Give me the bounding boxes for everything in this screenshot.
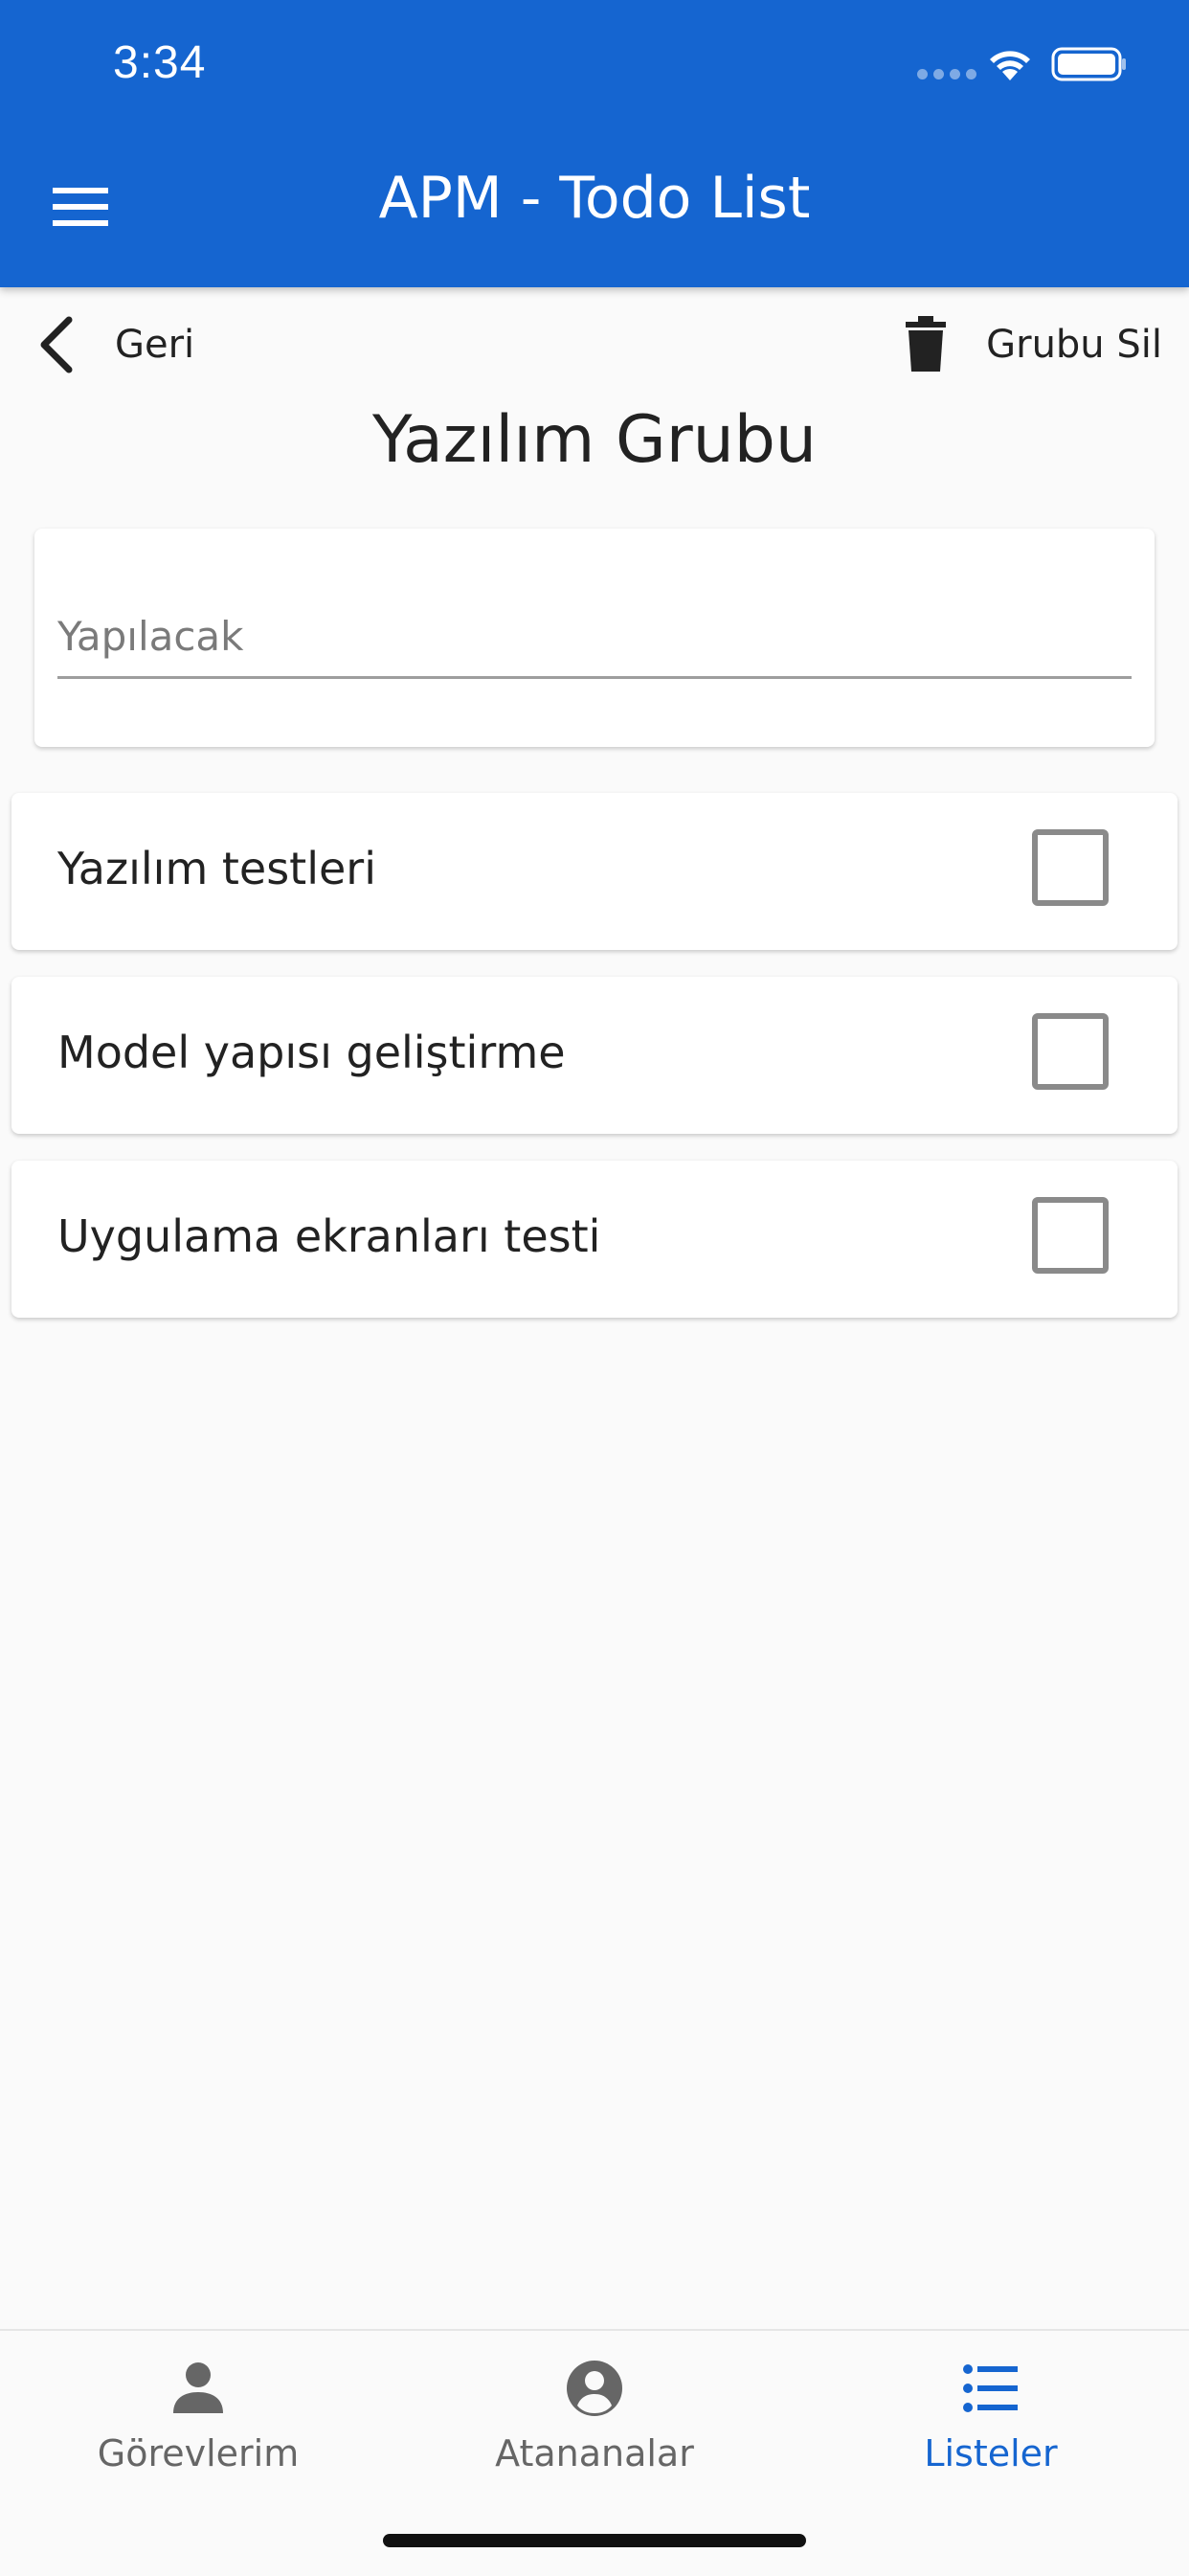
cellular-signal-icon [917,69,976,79]
back-button[interactable]: Geri [34,314,194,375]
chevron-left-icon [40,316,73,373]
tab-label: Görevlerim [97,2432,300,2474]
status-time: 3:34 [113,37,207,88]
tab-label: Listeler [924,2432,1058,2474]
home-indicator [383,2534,806,2547]
battery-icon [1051,47,1126,81]
back-label: Geri [115,323,195,367]
app-title: APM - Todo List [378,165,811,232]
todo-input-card [34,529,1155,747]
person-icon [173,2362,223,2413]
wifi-icon [990,51,1030,80]
tab-label: Atananalar [495,2432,694,2474]
todo-list-item[interactable]: Yazılım testleri [11,793,1178,950]
todo-list-item[interactable]: Uygulama ekranları testi [11,1161,1178,1318]
todo-item-text: Uygulama ekranları testi [57,1210,601,1262]
app-header: 3:34 APM - Todo List [0,0,1189,287]
list-icon [963,2364,1018,2412]
todo-checkbox[interactable] [1032,829,1109,906]
todo-checkbox[interactable] [1032,1197,1109,1274]
trash-icon [906,316,947,372]
todo-checkbox[interactable] [1032,1013,1109,1090]
todo-list: Yazılım testleri Model yapısı geliştirme… [11,793,1178,1344]
delete-group-button[interactable]: Grubu Sil [904,314,1162,375]
delete-group-label: Grubu Sil [986,323,1162,367]
tab-listeler[interactable]: Listeler [793,2358,1189,2501]
page-title: Yazılım Grubu [371,402,818,478]
todo-list-item[interactable]: Model yapısı geliştirme [11,977,1178,1134]
todo-item-text: Model yapısı geliştirme [57,1027,566,1078]
todo-input[interactable] [57,596,1132,679]
account-circle-icon [567,2361,622,2416]
tab-gorevlerim[interactable]: Görevlerim [0,2358,396,2501]
todo-item-text: Yazılım testleri [57,843,376,894]
tab-atananalar[interactable]: Atananalar [396,2358,793,2501]
